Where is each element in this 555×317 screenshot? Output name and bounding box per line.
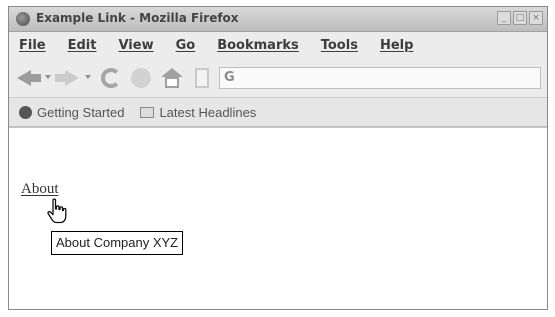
stop-icon[interactable] [131,68,151,88]
menu-edit[interactable]: Edit [68,38,97,53]
hand-cursor-icon [47,198,67,224]
home-icon[interactable] [161,68,183,88]
back-icon[interactable] [17,68,41,88]
window-title: Example Link - Mozilla Firefox [36,11,239,25]
close-button[interactable]: × [529,11,543,25]
title-bar: Example Link - Mozilla Firefox _ □ × [9,7,547,32]
menu-file[interactable]: File [19,38,46,53]
firefox-icon [16,12,30,26]
live-bookmark-icon [140,106,155,118]
bookmark-label: Latest Headlines [159,104,257,120]
about-link[interactable]: About [21,181,59,198]
page-favicon-icon: G [224,70,235,85]
menu-bookmarks[interactable]: Bookmarks [217,38,299,53]
page-icon[interactable] [195,68,209,88]
bookmarks-toolbar: Getting Started Latest Headlines [9,98,547,127]
minimize-button[interactable]: _ [497,11,511,25]
maximize-button[interactable]: □ [513,11,527,25]
navigation-toolbar: G [9,59,547,98]
page-content: About About Company XYZ [9,127,547,309]
address-bar[interactable]: G [219,67,541,89]
bookmark-label: Getting Started [37,104,125,120]
menu-help[interactable]: Help [380,38,413,53]
menu-view[interactable]: View [118,38,153,53]
forward-icon[interactable] [55,68,79,88]
bookmark-getting-started[interactable]: Getting Started [19,105,124,120]
menu-go[interactable]: Go [176,38,196,53]
menu-tools[interactable]: Tools [321,38,358,53]
back-dropdown-icon[interactable] [45,75,51,79]
menu-bar: File Edit View Go Bookmarks Tools Help [9,32,547,58]
window-controls: _ □ × [497,11,543,25]
forward-dropdown-icon[interactable] [85,75,91,79]
firefox-bookmark-icon [19,105,32,119]
link-tooltip: About Company XYZ [51,231,184,255]
browser-window: Example Link - Mozilla Firefox _ □ × Fil… [8,6,548,310]
reload-icon[interactable] [101,68,121,88]
bookmark-latest-headlines[interactable]: Latest Headlines [140,105,256,120]
